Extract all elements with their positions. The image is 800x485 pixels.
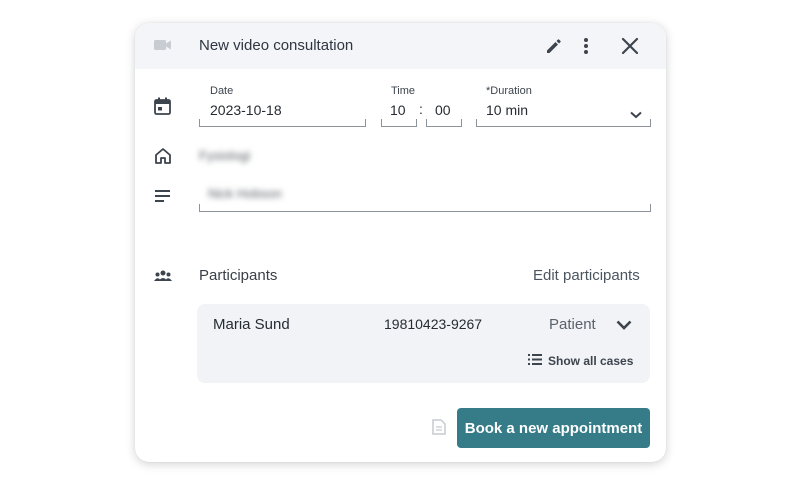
duration-right-edge [650,119,651,127]
time-minutes-right-edge [461,119,462,127]
participant-name: Maria Sund [213,316,290,333]
book-appointment-label: Book a new appointment [464,419,643,437]
time-minutes-left-edge [426,119,427,127]
more-vertical-icon[interactable] [576,35,596,57]
date-value: 2023-10-18 [210,102,282,118]
time-hours-right-edge [416,119,417,127]
close-icon[interactable] [619,35,641,57]
time-separator: : [419,101,423,117]
duration-label: *Duration [486,85,532,97]
document-icon[interactable] [432,419,446,440]
time-hours-value: 10 [390,102,406,118]
time-minutes-input[interactable]: 00 [426,98,461,127]
home-icon [154,147,172,169]
notes-field-right-edge [650,204,651,212]
location-value: Fysiologi [199,148,251,163]
time-label: Time [391,85,416,97]
notes-lines-icon [155,189,171,207]
show-all-cases-label: Show all cases [548,354,634,368]
book-appointment-button[interactable]: Book a new appointment [457,408,650,448]
date-field-left-edge [199,119,200,127]
duration-select[interactable]: *Duration 10 min [476,83,650,127]
participant-card: Maria Sund 19810423-9267 Patient Show al… [197,304,650,383]
edit-participants-link[interactable]: Edit participants [533,267,640,284]
show-all-cases-button[interactable]: Show all cases [528,353,633,369]
notes-value: Nick Hobson [208,186,282,201]
participant-id: 19810423-9267 [384,316,483,332]
time-hours-left-edge [381,119,382,127]
expand-chevron-icon[interactable] [613,316,635,334]
chevron-down-icon [630,106,642,124]
calendar-icon [154,97,171,120]
list-icon [528,352,542,370]
dialog-header: New video consultation [135,23,666,69]
time-minutes-value: 00 [435,102,451,118]
dialog-title: New video consultation [199,37,354,54]
video-consultation-dialog: New video consultation Date 2023-10-18 T… [135,23,666,462]
date-field[interactable]: Date 2023-10-18 [199,83,366,127]
date-label: Date [210,85,234,97]
duration-left-edge [476,119,477,127]
participants-group-icon [154,269,172,287]
time-hours-input[interactable]: 10 [381,98,416,127]
participants-title: Participants [199,267,278,284]
date-field-right-edge [365,119,366,127]
pencil-icon[interactable] [543,36,565,56]
video-camera-icon [154,38,172,57]
participant-role: Patient [549,316,596,333]
notes-field-left-edge [199,204,200,212]
duration-value: 10 min [486,102,529,118]
notes-field[interactable]: Nick Hobson [199,181,650,212]
